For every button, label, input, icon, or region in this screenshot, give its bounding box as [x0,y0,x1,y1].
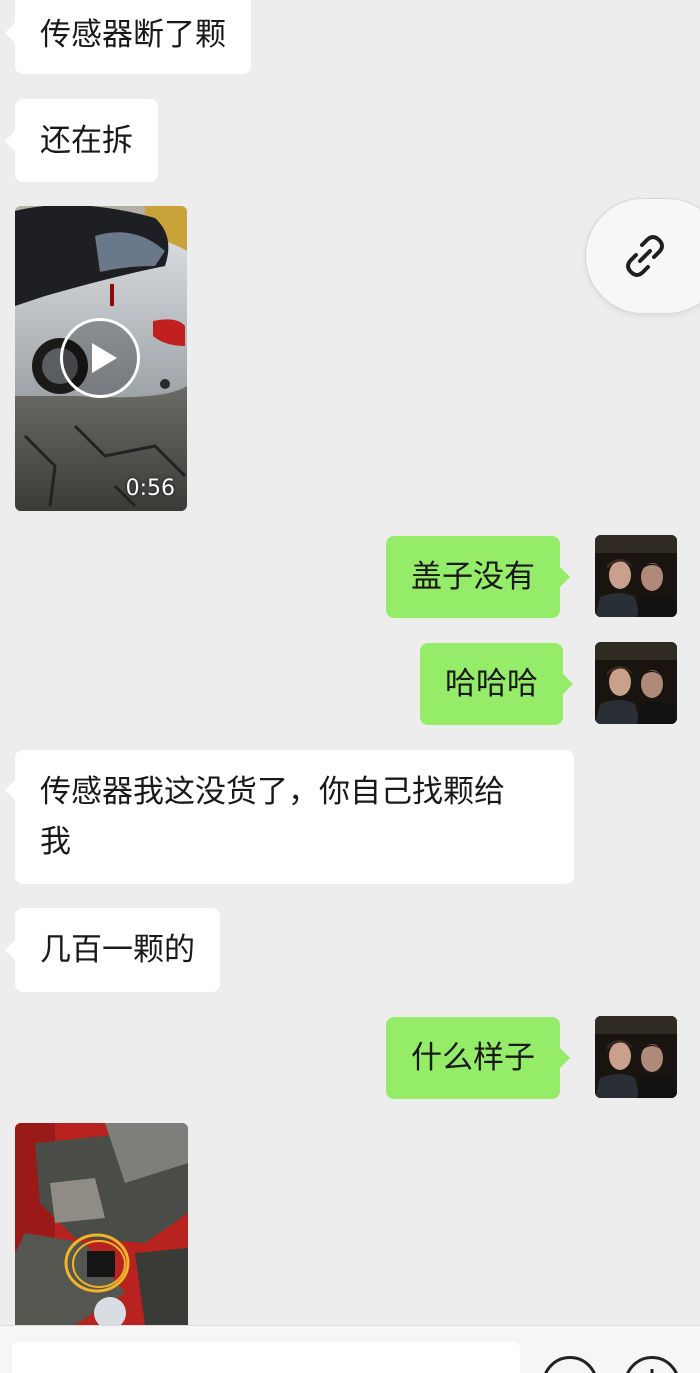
message-bubble-incoming[interactable]: 几百一颗的 [5,908,220,992]
floating-link-button[interactable] [585,198,700,314]
message-text: 几百一颗的 [40,932,195,968]
video-duration: 0:56 [125,476,175,501]
message-input[interactable] [12,1342,520,1373]
message-bubble-outgoing[interactable]: 什么样子 [386,1017,570,1099]
image-thumbnail [15,1123,188,1325]
plus-icon [650,1369,654,1373]
message-bubble-outgoing[interactable]: 哈哈哈 [420,643,573,725]
message-text: 哈哈哈 [445,666,538,702]
image-message[interactable] [15,1123,188,1325]
message-text-line: 传感器我这没货了，你自己找颗给 [40,774,505,810]
message-input-bar [0,1325,700,1373]
link-icon [626,235,664,277]
message-bubble-outgoing[interactable]: 盖子没有 [386,536,570,618]
message-bubble-incoming[interactable]: 传感器断了颗 [5,0,251,74]
plus-button[interactable] [624,1356,680,1373]
message-text: 盖子没有 [411,559,535,595]
message-text: 传感器断了颗 [40,17,226,53]
play-icon[interactable] [60,318,140,398]
avatar[interactable] [595,1016,677,1098]
avatar[interactable] [595,642,677,724]
emoji-button[interactable] [542,1356,598,1373]
message-text: 什么样子 [411,1040,535,1076]
avatar[interactable] [595,535,677,617]
video-message[interactable]: 0:56 [15,206,187,511]
message-bubble-incoming[interactable]: 还在拆 [5,99,158,182]
message-text: 还在拆 [40,122,133,159]
emoji-icon [545,1359,595,1373]
message-bubble-incoming[interactable]: 传感器我这没货了，你自己找颗给 我 [5,750,574,884]
message-text-line: 我 [40,824,71,860]
